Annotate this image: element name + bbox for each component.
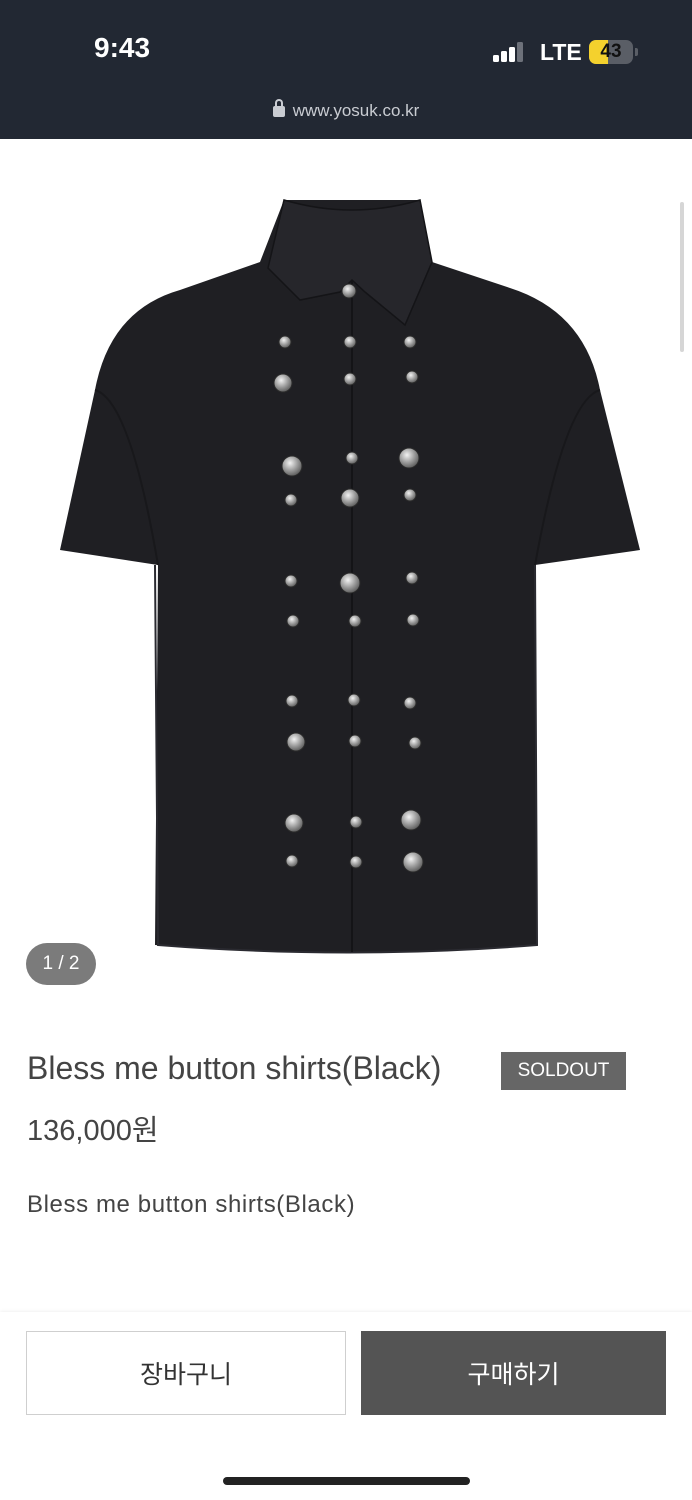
- address-bar[interactable]: www.yosuk.co.kr: [0, 99, 692, 121]
- scroll-indicator: [680, 202, 684, 352]
- soldout-badge: SOLDOUT: [501, 1052, 626, 1090]
- product-price: 136,000원: [27, 1115, 159, 1147]
- product-title: Bless me button shirts(Black): [27, 1050, 442, 1086]
- status-bar: 9:43 LTE 43 www.yosuk.co.kr: [0, 0, 692, 139]
- cellular-signal-icon: [493, 42, 525, 62]
- network-type: LTE: [540, 39, 582, 65]
- status-time: 9:43: [94, 32, 151, 63]
- url-text: www.yosuk.co.kr: [292, 101, 420, 120]
- battery-tip: [635, 48, 638, 56]
- add-to-cart-button[interactable]: 장바구니: [26, 1331, 346, 1415]
- product-description: Bless me button shirts(Black): [27, 1191, 356, 1218]
- battery-icon: 43: [589, 40, 633, 64]
- battery-percent: 43: [600, 41, 622, 62]
- image-counter: 1 / 2: [26, 943, 96, 985]
- buy-now-button[interactable]: 구매하기: [361, 1331, 666, 1415]
- lock-icon: [272, 99, 285, 117]
- shirt-illustration: [60, 199, 640, 954]
- home-indicator[interactable]: [223, 1477, 470, 1485]
- product-image[interactable]: [0, 140, 692, 1000]
